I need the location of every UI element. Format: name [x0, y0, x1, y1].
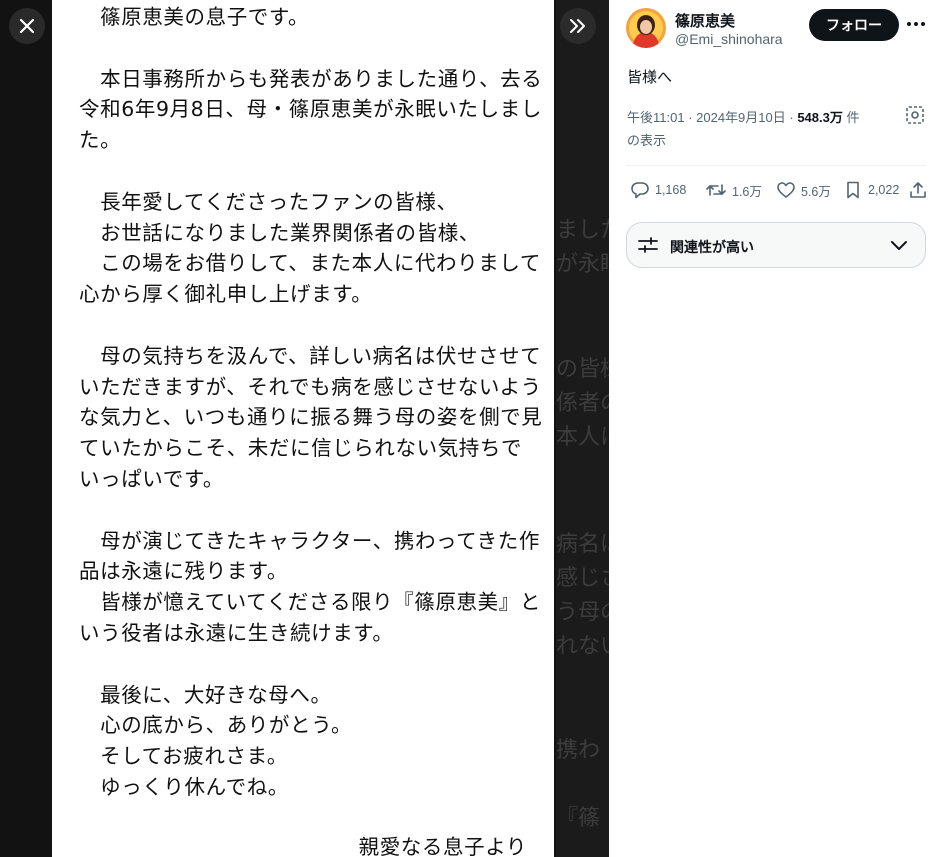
reply-sort-dropdown[interactable]: 関連性が高い	[626, 222, 926, 268]
document-line: そしてお疲れさま。	[79, 744, 288, 769]
document-line: な気力と、いつも通りに振る舞う母の姿を側で見	[79, 405, 543, 430]
double-chevron-right-icon	[570, 19, 585, 33]
reply-button[interactable]: 1,168	[630, 180, 686, 200]
document-line: た。	[79, 128, 122, 153]
document-line: 母の気持ちを汲んで、詳しい病名は伏せさせて	[79, 343, 542, 368]
sort-label: 関連性が高い	[670, 239, 754, 255]
document-line: 篠原恵美の息子です。	[79, 5, 310, 29]
expand-sidebar-button[interactable]	[560, 8, 596, 44]
bookmark-button[interactable]: 2,022	[843, 180, 899, 200]
document-line: 心から厚く御礼申し上げます。	[79, 282, 373, 307]
close-button[interactable]	[9, 8, 45, 44]
background-image-peek: ました が永眠 の皆様 係者の皆 本人に代 病名は 感じさ う母の れない 携わ…	[556, 0, 609, 857]
document-line: 母が演じてきたキャラクター、携わってきた作	[79, 528, 540, 553]
like-button[interactable]: 5.6万	[776, 180, 831, 200]
display-name[interactable]: 篠原恵美	[675, 10, 735, 31]
document-line: この場をお借りして、また本人に代わりまして	[79, 251, 541, 276]
document-line: ゆっくり休んでね。	[79, 775, 289, 799]
views-suffix: 件	[846, 110, 860, 125]
document-line: 品は永遠に残ります。	[79, 559, 288, 584]
post-sidebar: 篠原恵美 @Emi_shinohara フォロー 皆様へ 午後11:01 · 2…	[609, 0, 934, 857]
share-button[interactable]	[908, 180, 933, 200]
divider	[626, 165, 926, 166]
sliders-icon	[638, 237, 658, 253]
post-meta: 午後11:01 · 2024年9月10日 · 548.3万 件 の表示	[627, 110, 860, 148]
repost-button[interactable]: 1.6万	[705, 180, 762, 200]
follow-button[interactable]: フォロー	[809, 9, 899, 41]
grok-button[interactable]	[905, 105, 925, 130]
avatar[interactable]	[626, 8, 666, 48]
statement-image: 篠原恵美の息子です。 本日事務所からも発表がありました通り、去る 令和6年9月8日…	[52, 0, 554, 857]
user-handle[interactable]: @Emi_shinohara	[675, 31, 783, 47]
bookmark-icon	[847, 181, 859, 199]
like-count: 5.6万	[801, 184, 831, 199]
reply-icon	[631, 182, 649, 199]
document-line: 心の底から、ありがとう。	[79, 713, 353, 738]
repost-icon	[706, 184, 726, 196]
post-time[interactable]: 午後11:01	[627, 110, 685, 125]
document-line: 長年愛してくださったファンの皆様、	[79, 189, 458, 214]
document-line: 最後に、大好きな母へ。	[79, 682, 332, 707]
close-icon	[19, 18, 35, 34]
document-line: いっぱいです。	[79, 467, 225, 491]
share-icon	[910, 182, 926, 198]
document-line: 皆様が憶えていてくださる限り『篠原恵美』と	[79, 590, 541, 615]
document-line: いただきますが、それでも病を感じさせないよう	[79, 374, 542, 399]
more-options-button[interactable]	[905, 14, 927, 34]
bookmark-count: 2,022	[868, 183, 900, 197]
view-count: 548.3万	[797, 110, 843, 125]
reply-count: 1,168	[655, 183, 687, 197]
grok-icon	[906, 106, 924, 124]
document-line: ていたからこそ、未だに信じられない気持ちで	[79, 436, 523, 461]
document-line: お世話になりました業界関係者の皆様、	[79, 220, 480, 245]
post-actions: 1,168 1.6万 5.6万 2,022	[626, 172, 926, 210]
views-label: の表示	[627, 133, 667, 148]
more-dots-icon	[907, 22, 925, 26]
heart-icon	[777, 182, 795, 198]
post-date[interactable]: 2024年9月10日	[696, 110, 786, 125]
document-line: いう役者は永遠に生き続けます。	[79, 621, 394, 645]
media-viewer: ました が永眠 の皆様 係者の皆 本人に代 病名は 感じさ う母の れない 携わ…	[0, 0, 609, 857]
document-line: 令和6年9月8日、母・篠原恵美が永眠いたしまし	[79, 97, 542, 122]
chevron-down-icon	[891, 241, 907, 250]
signature-line: 親愛なる息子より	[358, 835, 527, 857]
repost-count: 1.6万	[732, 184, 762, 199]
post-text: 皆様へ	[627, 69, 673, 86]
document-line: 本日事務所からも発表がありました通り、去る	[79, 66, 543, 91]
